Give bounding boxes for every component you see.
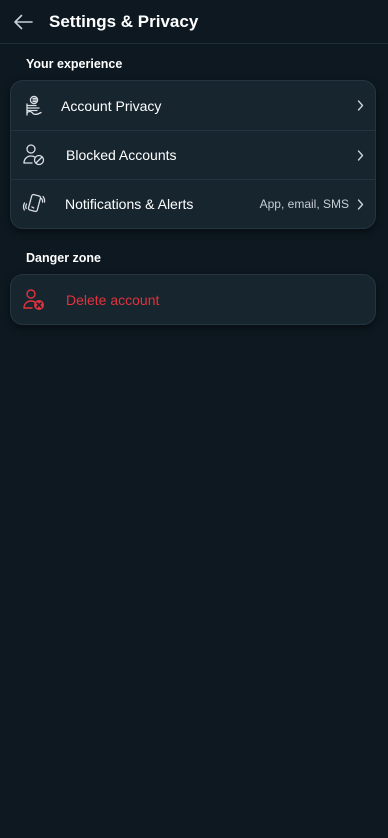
arrow-left-icon [14,14,33,29]
delete-account-row[interactable]: Delete account [11,275,375,324]
back-button[interactable] [12,11,34,33]
privacy-list-icon [22,94,46,118]
account-privacy-row[interactable]: Account Privacy [11,81,375,130]
delete-account-label: Delete account [66,291,160,308]
page-title: Settings & Privacy [49,11,199,31]
notifications-alerts-label: Notifications & Alerts [65,196,194,212]
user-remove-icon [22,288,46,312]
phone-vibrate-icon [22,192,46,216]
chevron-right-icon [356,149,364,161]
chevron-right-icon [356,100,364,112]
notifications-alerts-row[interactable]: Notifications & Alerts App, email, SMS [11,179,375,228]
danger-zone-card: Delete account [10,274,376,325]
section-label-your-experience: Your experience [26,57,123,71]
top-bar: Settings & Privacy [0,0,388,44]
settings-privacy-screen: Settings & Privacy Your experience Accou… [0,0,388,838]
notification-channels-value: App, email, SMS [259,197,349,211]
chevron-right-icon [356,198,364,210]
user-blocked-icon [22,143,46,167]
blocked-accounts-row[interactable]: Blocked Accounts [11,130,375,179]
blocked-accounts-label: Blocked Accounts [66,147,177,163]
section-label-danger-zone: Danger zone [26,251,102,265]
account-privacy-label: Account Privacy [61,97,162,114]
your-experience-card: Account Privacy Blocked Accounts Notific… [10,80,376,229]
